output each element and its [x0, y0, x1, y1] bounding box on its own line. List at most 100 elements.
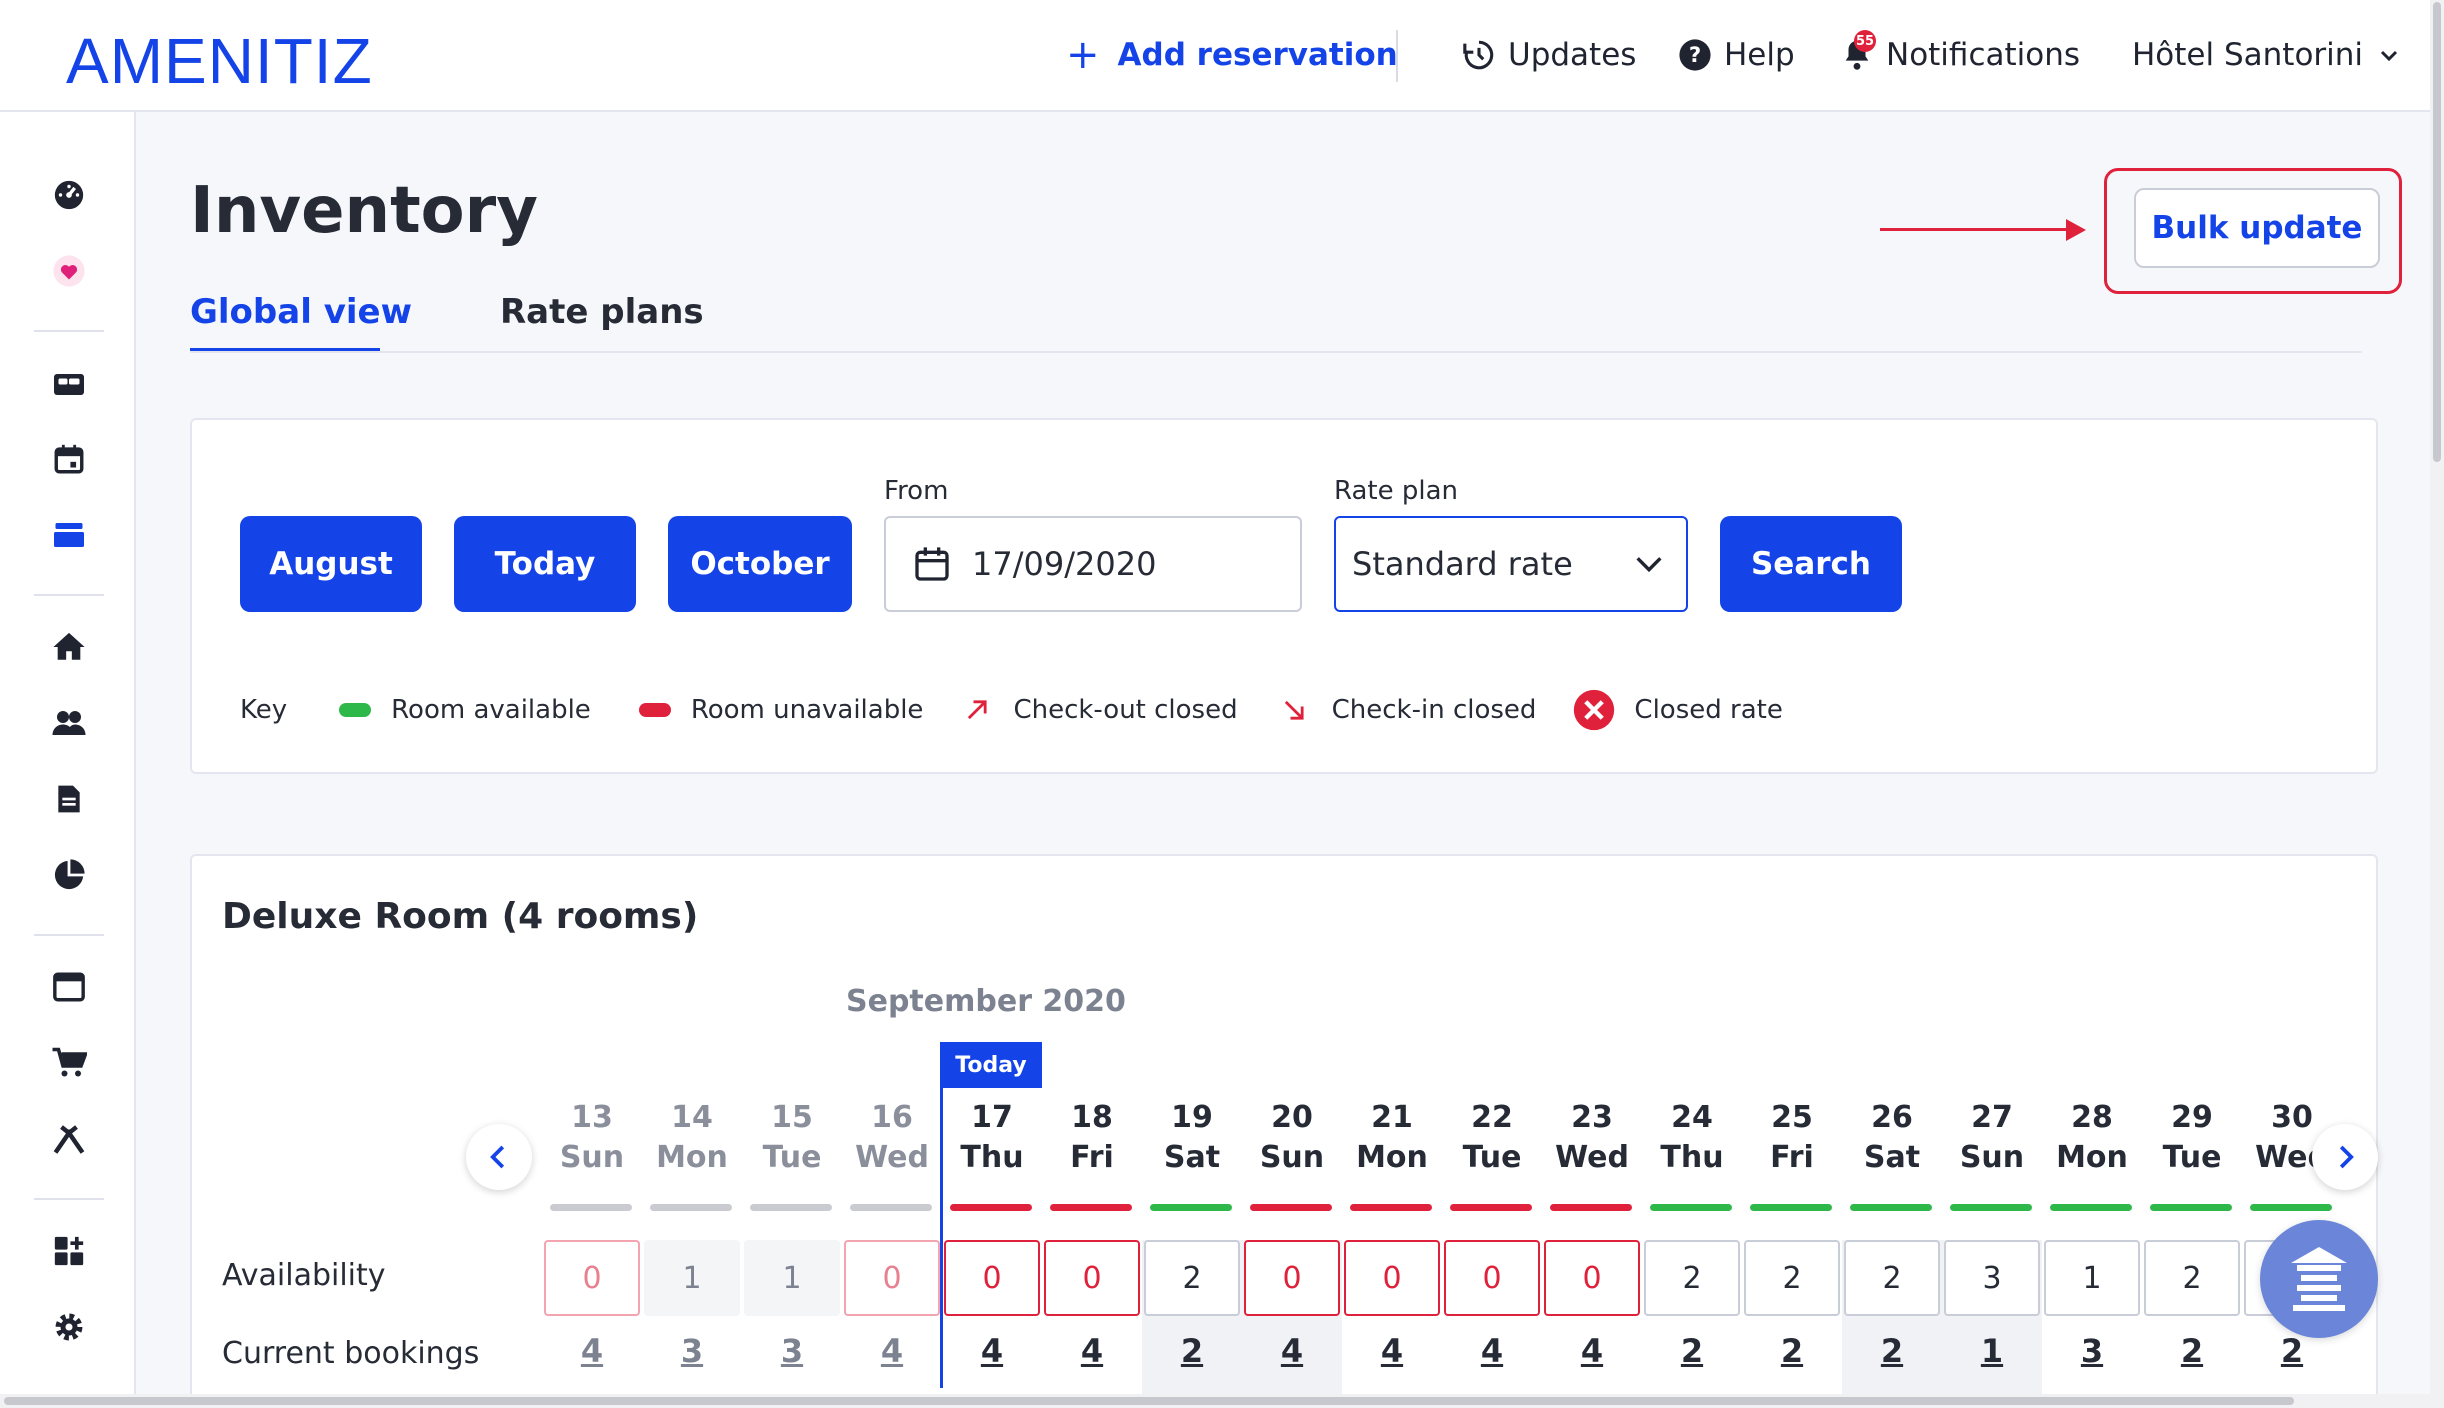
support-chat-button[interactable] [2260, 1220, 2378, 1338]
add-reservation-button[interactable]: + Add reservation [1066, 30, 1398, 80]
bookings-link[interactable]: 4 [1342, 1332, 1442, 1370]
day-name: Mon [1356, 1140, 1428, 1175]
bookings-link[interactable]: 4 [842, 1332, 942, 1370]
legend-label: Closed rate [1634, 695, 1783, 725]
availability-cell[interactable]: 0 [1544, 1240, 1640, 1316]
bookings-link[interactable]: 4 [542, 1332, 642, 1370]
heart-icon[interactable] [50, 252, 88, 290]
bookings-link[interactable]: 3 [642, 1332, 742, 1370]
amenitiz-logo[interactable]: AMENITIZ [66, 24, 373, 98]
notifications-button[interactable]: 55 Notifications [1840, 30, 2080, 80]
day-number: 18 [1071, 1100, 1113, 1135]
bookings-link[interactable]: 2 [1142, 1332, 1242, 1370]
availability-cell[interactable]: 2 [1744, 1240, 1840, 1316]
day-name: Fri [1770, 1140, 1814, 1175]
bulk-update-button[interactable]: Bulk update [2134, 188, 2380, 268]
header-divider [1396, 30, 1398, 82]
availability-cell[interactable]: 0 [1344, 1240, 1440, 1316]
availability-cell[interactable]: 3 [1944, 1240, 2040, 1316]
tab-global-view[interactable]: Global view [190, 292, 412, 332]
availability-cell[interactable]: 0 [544, 1240, 640, 1316]
availability-status-bar [850, 1204, 932, 1211]
availability-cell[interactable]: 0 [1044, 1240, 1140, 1316]
document-icon[interactable] [50, 780, 88, 818]
legend-label: Check-out closed [1013, 695, 1238, 725]
day-name: Tue [2162, 1140, 2222, 1175]
bookings-link[interactable]: 3 [742, 1332, 842, 1370]
calendar-grid: 13 Sun 0 4 14 Mon 1 3 15 Tue 1 3 16 Wed 0 4 17 Thu 0 4 18 Fri… [542, 1100, 2342, 1400]
availability-cell[interactable]: 2 [1644, 1240, 1740, 1316]
bookings-link[interactable]: 2 [2142, 1332, 2242, 1370]
bookings-link[interactable]: 1 [1942, 1332, 2042, 1370]
day-number: 23 [1571, 1100, 1613, 1135]
legend-check-out-closed: Check-out closed [963, 695, 1238, 725]
legend-check-in-closed: Check-in closed [1280, 695, 1536, 725]
bookings-link[interactable]: 2 [2242, 1332, 2342, 1370]
gear-icon[interactable] [50, 1308, 88, 1346]
availability-cell[interactable]: 1 [644, 1240, 740, 1316]
help-button[interactable]: ? Help [1678, 30, 1795, 80]
bed-icon[interactable] [50, 364, 88, 402]
today-button[interactable]: Today [454, 516, 636, 612]
bookings-link[interactable]: 2 [1642, 1332, 1742, 1370]
tools-icon[interactable] [50, 1120, 88, 1158]
home-icon[interactable] [50, 628, 88, 666]
vertical-scrollbar[interactable] [2430, 0, 2444, 1408]
from-date-field[interactable] [884, 516, 1302, 612]
availability-cell[interactable]: 0 [1244, 1240, 1340, 1316]
dashboard-icon[interactable] [50, 176, 88, 214]
horizontal-scrollbar[interactable] [0, 1394, 2430, 1408]
bookings-link[interactable]: 2 [1742, 1332, 1842, 1370]
inventory-icon[interactable] [50, 516, 88, 554]
bookings-link[interactable]: 4 [1442, 1332, 1542, 1370]
next-month-button[interactable]: October [668, 516, 852, 612]
users-icon[interactable] [50, 704, 88, 742]
availability-cell[interactable]: 2 [1844, 1240, 1940, 1316]
rate-plan-select[interactable]: Standard rate [1334, 516, 1688, 612]
bookings-link[interactable]: 4 [1042, 1332, 1142, 1370]
availability-status-bar [650, 1204, 732, 1211]
availability-cell[interactable]: 1 [2044, 1240, 2140, 1316]
day-name: Sun [1259, 1140, 1325, 1175]
tabs-divider [190, 351, 2362, 353]
availability-cell[interactable]: 0 [944, 1240, 1040, 1316]
availability-cell[interactable]: 2 [1144, 1240, 1240, 1316]
sidebar-divider [34, 1198, 104, 1200]
availability-cell[interactable]: 2 [2144, 1240, 2240, 1316]
availability-status-bar [2050, 1204, 2132, 1211]
bookings-link[interactable]: 4 [1542, 1332, 1642, 1370]
tab-rate-plans[interactable]: Rate plans [500, 292, 704, 332]
calendar-icon[interactable] [50, 440, 88, 478]
green-pill-icon [339, 703, 372, 717]
availability-cell[interactable]: 0 [844, 1240, 940, 1316]
availability-cell[interactable]: 1 [744, 1240, 840, 1316]
bookings-link[interactable]: 2 [1842, 1332, 1942, 1370]
apps-icon[interactable] [50, 1232, 88, 1270]
availability-status-bar [1250, 1204, 1332, 1211]
bookings-link[interactable]: 3 [2042, 1332, 2142, 1370]
from-date-input[interactable] [972, 545, 1272, 583]
chevron-left-icon [490, 1145, 505, 1169]
calendar-next-button[interactable] [2312, 1124, 2378, 1190]
availability-cell[interactable]: 0 [1444, 1240, 1540, 1316]
bookings-link[interactable]: 4 [942, 1332, 1042, 1370]
search-button[interactable]: Search [1720, 516, 1902, 612]
calendar-prev-button[interactable] [466, 1124, 532, 1190]
horizontal-scrollbar-thumb[interactable] [4, 1397, 2294, 1405]
cart-icon[interactable] [50, 1044, 88, 1082]
availability-status-bar [1350, 1204, 1432, 1211]
hotel-selector[interactable]: Hôtel Santorini [2132, 30, 2413, 80]
bookings-link[interactable]: 4 [1242, 1332, 1342, 1370]
day-name: Sat [1863, 1140, 1921, 1175]
pie-chart-icon[interactable] [50, 856, 88, 894]
legend-room-available: Room available [339, 695, 591, 725]
arrow-down-right-icon [1284, 700, 1304, 720]
sidebar-divider [34, 594, 104, 596]
prev-month-button[interactable]: August [240, 516, 422, 612]
annotation-arrow-head [2066, 219, 2086, 241]
updates-button[interactable]: Updates [1462, 30, 1636, 80]
day-column: 27 Sun 3 1 [1942, 1100, 2042, 1400]
vertical-scrollbar-thumb[interactable] [2433, 2, 2441, 462]
window-icon[interactable] [50, 968, 88, 1006]
day-name: Tue [1462, 1140, 1522, 1175]
